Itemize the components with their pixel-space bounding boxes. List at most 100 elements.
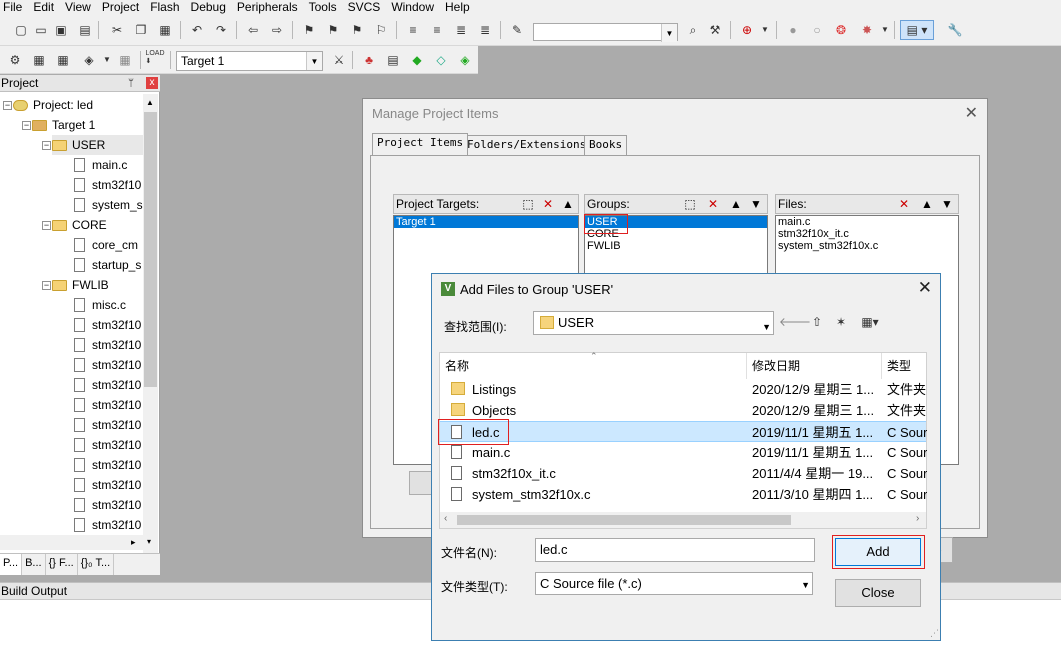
redo-icon[interactable]: ↷ [212, 22, 230, 38]
tree-target-item[interactable]: Target 1 [32, 115, 95, 135]
collapse-icon[interactable]: − [22, 121, 31, 130]
nav-forward-icon[interactable]: ⇨ [268, 22, 286, 38]
delete-file-icon[interactable]: ✕ [896, 197, 912, 212]
up-folder-icon[interactable]: ⇧ [808, 314, 826, 330]
close-button[interactable]: Close [835, 579, 921, 607]
table-row[interactable]: Objects 2020/12/9 星期三 1... 文件夹 [440, 400, 926, 421]
unindent-icon[interactable]: ≡ [428, 22, 446, 38]
table-row[interactable]: led.c 2019/11/1 星期五 1... C Sourc [440, 421, 927, 442]
window-layout-icon[interactable]: ▤ ▾ [900, 20, 934, 40]
move-file-down-icon[interactable]: ▼ [939, 197, 955, 212]
nav-back-icon[interactable]: ⇦ [244, 22, 262, 38]
undo-icon[interactable]: ↶ [188, 22, 206, 38]
debug-dropdown-icon[interactable]: ▼ [756, 22, 774, 38]
target-select[interactable]: Target 1 ▼ [176, 51, 323, 71]
tree-file-item[interactable]: stm32f10 [74, 495, 141, 515]
tree-file-item[interactable]: stm32f10 [74, 335, 141, 355]
tree-folder-item[interactable]: CORE [52, 215, 107, 235]
tree-file-item[interactable]: stm32f10 [74, 475, 141, 495]
list-item[interactable]: main.c [776, 216, 958, 228]
menu-file[interactable]: File [0, 0, 30, 14]
paste-icon[interactable]: ▦ [156, 22, 174, 38]
list-item[interactable]: FWLIB [585, 240, 767, 252]
breakpoint-all-icon[interactable]: ✸ [858, 22, 876, 38]
back-arrow-icon[interactable]: 🡐 [779, 314, 811, 330]
breakpoint-icon[interactable]: ● [784, 22, 802, 38]
move-group-down-icon[interactable]: ▼ [748, 197, 764, 212]
tab-folders-extensions[interactable]: Folders/Extensions [462, 135, 592, 155]
pack-installer-icon[interactable]: ◇ [432, 52, 450, 68]
tree-file-item[interactable]: system_s [74, 195, 143, 215]
tab-functions[interactable]: {} F... [46, 554, 78, 575]
collapse-icon[interactable]: − [42, 281, 51, 290]
view-menu-icon[interactable]: ▦▾ [856, 314, 884, 330]
menu-flash[interactable]: Flash [147, 0, 187, 14]
uncomment-icon[interactable]: ≣ [476, 22, 494, 38]
new-file-icon[interactable]: ▢ [12, 22, 30, 38]
move-target-up-icon[interactable]: ▲ [560, 197, 576, 212]
new-folder-icon[interactable]: ✶ [832, 314, 850, 330]
resize-grip-icon[interactable]: ⋰ [930, 628, 939, 639]
delete-target-icon[interactable]: ✕ [540, 197, 556, 212]
tree-file-item[interactable]: stm32f10 [74, 415, 141, 435]
column-date[interactable]: 修改日期 [747, 353, 882, 379]
tree-file-item[interactable]: misc.c [74, 295, 126, 315]
copy-icon[interactable]: ❐ [132, 22, 150, 38]
incremental-find-icon[interactable]: ⚒ [706, 22, 724, 38]
stop-build-icon[interactable]: ▦ [116, 52, 134, 68]
tab-templates[interactable]: {}₀ T... [78, 554, 115, 575]
breakpoint-disable-icon[interactable]: ○ [808, 22, 826, 38]
tree-vertical-scrollbar[interactable]: ▲ ▼ [143, 94, 158, 554]
new-group-icon[interactable]: ⬚ [682, 197, 698, 212]
table-row[interactable]: system_stm32f10x.c 2011/3/10 星期四 1... C So… [440, 484, 927, 505]
find-icon[interactable]: ⌕ [684, 22, 702, 38]
menu-view[interactable]: View [62, 0, 99, 14]
tab-project-items[interactable]: Project Items [372, 133, 469, 155]
bookmark-next-icon[interactable]: ⚑ [348, 22, 366, 38]
tree-horizontal-scrollbar[interactable]: ▸ ▾ [0, 535, 158, 550]
menu-peripherals[interactable]: Peripherals [234, 0, 306, 14]
close-icon[interactable]: ✕ [918, 278, 932, 298]
bookmark-prev-icon[interactable]: ⚑ [324, 22, 342, 38]
configure-wrench-icon[interactable]: 🔧 [946, 22, 964, 38]
tab-books[interactable]: B... [22, 554, 46, 575]
pin-icon[interactable]: ᛘ [128, 75, 134, 92]
batch-build-icon[interactable]: ◈ [80, 52, 98, 68]
close-panel-icon[interactable]: x [146, 77, 158, 89]
comment-icon[interactable]: ≣ [452, 22, 470, 38]
find-in-files-icon[interactable]: ✎ [508, 22, 526, 38]
tab-project[interactable]: P... [0, 554, 23, 575]
translate-icon[interactable]: ⚙ [6, 52, 24, 68]
tab-books[interactable]: Books [584, 135, 628, 155]
build-icon[interactable]: ▦ [30, 52, 48, 68]
collapse-icon[interactable]: − [3, 101, 12, 110]
tree-file-item[interactable]: stm32f10 [74, 375, 141, 395]
table-row[interactable]: stm32f10x_it.c 2011/4/4 星期一 19... C Sourc [440, 463, 927, 484]
lookin-select[interactable]: USER ▼ [533, 311, 774, 335]
close-icon[interactable]: ✕ [965, 103, 978, 123]
download-icon[interactable]: LOAD ⬇ [145, 50, 164, 66]
new-target-icon[interactable]: ⬚ [520, 197, 536, 212]
select-pack-icon[interactable]: ◆ [408, 52, 426, 68]
column-name[interactable]: 名称 [440, 353, 747, 379]
breakpoint-kill-icon[interactable]: ❂ [832, 22, 850, 38]
file-list-hscrollbar[interactable]: ‹ › [440, 512, 926, 528]
list-item[interactable]: system_stm32f10x.c [776, 240, 958, 252]
bookmark-icon[interactable]: ⚑ [300, 22, 318, 38]
filename-input[interactable]: led.c [535, 538, 815, 562]
batch-dropdown-icon[interactable]: ▼ [98, 52, 116, 68]
manage-multi-project-icon[interactable]: ▤ [384, 52, 402, 68]
tree-file-item[interactable]: startup_s [74, 255, 141, 275]
file-extensions-icon[interactable]: ♣ [360, 52, 378, 68]
menu-project[interactable]: Project [99, 0, 147, 14]
collapse-icon[interactable]: − [42, 221, 51, 230]
tree-file-item[interactable]: stm32f10 [74, 395, 141, 415]
tree-file-item[interactable]: core_cm [74, 235, 138, 255]
tree-file-item[interactable]: stm32f10 [74, 355, 141, 375]
table-row[interactable]: Listings 2020/12/9 星期三 1... 文件夹 [440, 379, 926, 400]
bookmark-clear-icon[interactable]: ⚐ [372, 22, 390, 38]
menu-edit[interactable]: Edit [30, 0, 62, 14]
tree-file-item[interactable]: stm32f10 [74, 435, 141, 455]
table-row[interactable]: main.c 2019/11/1 星期五 1... C Sourc [440, 442, 927, 463]
collapse-icon[interactable]: − [42, 141, 51, 150]
